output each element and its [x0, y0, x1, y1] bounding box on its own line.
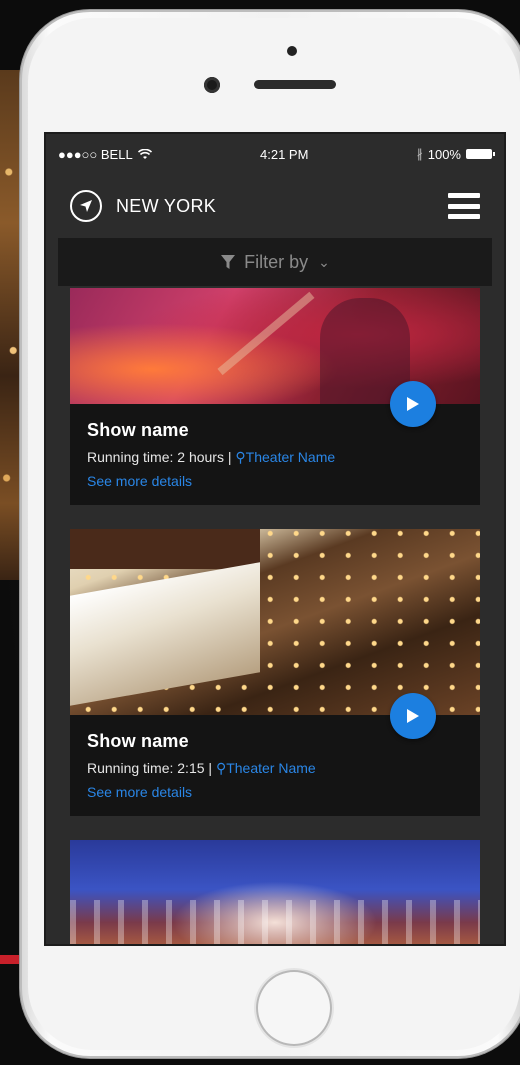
proximity-sensor	[287, 46, 297, 56]
show-card[interactable]: Show name Running time: 2:15 | ⚲Theater …	[70, 529, 480, 816]
filter-label: Filter by	[244, 251, 309, 272]
city-name: NEW YORK	[116, 195, 217, 216]
location-selector[interactable]: NEW YORK	[70, 190, 216, 222]
status-right: ∦ 100%	[416, 146, 495, 162]
home-button[interactable]	[256, 970, 332, 1046]
bluetooth-icon: ∦	[416, 147, 423, 161]
running-time: Running time: 2:15 |	[87, 760, 213, 776]
show-card[interactable]	[70, 840, 480, 944]
see-details-link[interactable]: See more details	[87, 473, 192, 489]
filter-button[interactable]: Filter by ⌄	[58, 238, 492, 286]
hamburger-menu-icon[interactable]	[448, 193, 480, 219]
play-button[interactable]	[390, 381, 436, 427]
earpiece-speaker	[254, 80, 336, 89]
theater-link[interactable]: Theater Name	[246, 449, 335, 465]
play-button[interactable]	[390, 693, 436, 739]
carrier-label: ●●●○○ BELL	[58, 146, 133, 162]
app-header: NEW YORK	[46, 174, 504, 238]
front-camera	[204, 77, 220, 93]
status-bar: ●●●○○ BELL 4:21 PM ∦ 100%	[46, 134, 504, 174]
battery-percent: 100%	[427, 146, 461, 162]
see-details-link[interactable]: See more details	[87, 784, 192, 800]
show-meta: Running time: 2:15 | ⚲Theater Name	[87, 760, 463, 777]
theater-link[interactable]: Theater Name	[226, 760, 315, 776]
play-icon	[407, 397, 419, 411]
show-image[interactable]	[70, 529, 480, 715]
clock: 4:21 PM	[260, 146, 309, 162]
map-pin-icon: ⚲	[235, 449, 246, 465]
running-time: Running time: 2 hours |	[87, 449, 232, 465]
app-screen: ●●●○○ BELL 4:21 PM ∦ 100% NEW YORK Filte…	[46, 134, 504, 944]
battery-icon	[465, 149, 495, 159]
filter-funnel-icon	[221, 255, 236, 269]
background-photo	[0, 70, 22, 580]
map-pin-icon: ⚲	[215, 760, 227, 776]
navigation-arrow-icon	[70, 190, 102, 222]
show-feed: Show name Running time: 2 hours | ⚲Theat…	[70, 288, 480, 944]
show-meta: Running time: 2 hours | ⚲Theater Name	[87, 449, 463, 466]
status-left: ●●●○○ BELL	[58, 147, 152, 162]
show-card[interactable]: Show name Running time: 2 hours | ⚲Theat…	[70, 288, 480, 505]
chevron-down-icon: ⌄	[318, 253, 330, 270]
show-image[interactable]	[70, 840, 480, 944]
wifi-icon	[137, 148, 152, 159]
play-icon	[407, 709, 419, 723]
